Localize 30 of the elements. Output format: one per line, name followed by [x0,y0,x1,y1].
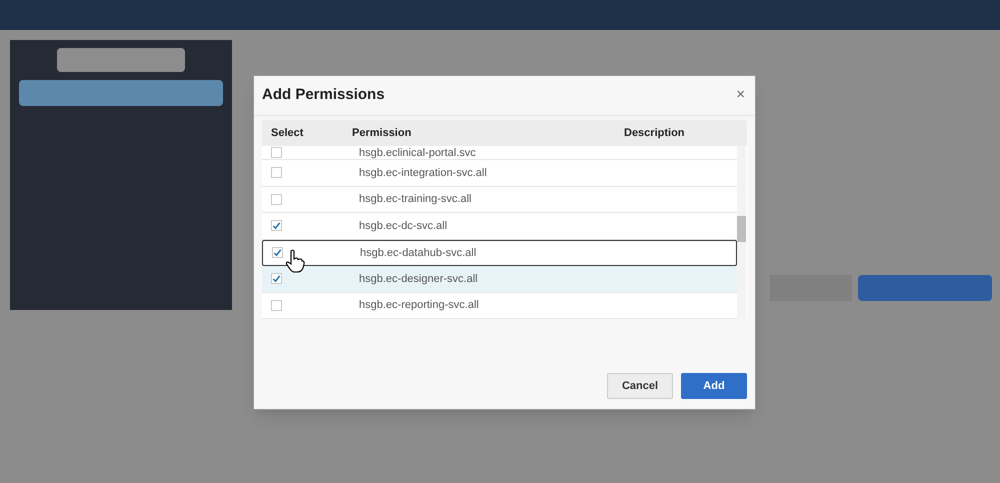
cancel-button[interactable]: Cancel [607,373,673,399]
checkbox[interactable] [271,220,282,232]
hand-pointer-icon [285,248,305,272]
checkbox[interactable] [271,300,282,311]
table-row[interactable]: hsgb.ec-reporting-svc.all [262,292,737,319]
table-row[interactable]: hsgb.eclinical-portal.svc [262,146,737,160]
permission-name: hsgb.ec-dc-svc.all [359,220,448,232]
check-icon [273,248,282,258]
scrollbar[interactable] [737,146,746,319]
permission-name: hsgb.ec-integration-svc.all [359,166,487,179]
permission-name: hsgb.eclinical-portal.svc [359,146,476,158]
table-row[interactable]: hsgb.ec-training-svc.all [262,186,737,213]
close-button[interactable]: × [734,84,747,107]
column-header: Permission [352,126,412,141]
checkbox[interactable] [271,167,282,178]
permission-name: hsgb.ec-datahub-svc.all [360,246,476,259]
checkbox[interactable] [272,247,283,258]
table-row[interactable]: hsgb.ec-designer-svc.all [262,266,737,292]
add-button[interactable]: Add [681,373,747,399]
permission-name: hsgb.ec-designer-svc.all [359,272,478,285]
column-header: Select [270,126,304,141]
checkbox[interactable] [271,147,282,158]
check-icon [272,221,281,230]
permission-name: hsgb.ec-training-svc.all [359,193,472,206]
permission-name: hsgb.ec-reporting-svc.all [359,299,479,312]
check-icon [272,274,281,284]
column-header: Description [624,126,686,141]
checkbox[interactable] [271,273,282,284]
dialog-title: Add Permissions [262,85,385,106]
checkbox[interactable] [271,194,282,205]
